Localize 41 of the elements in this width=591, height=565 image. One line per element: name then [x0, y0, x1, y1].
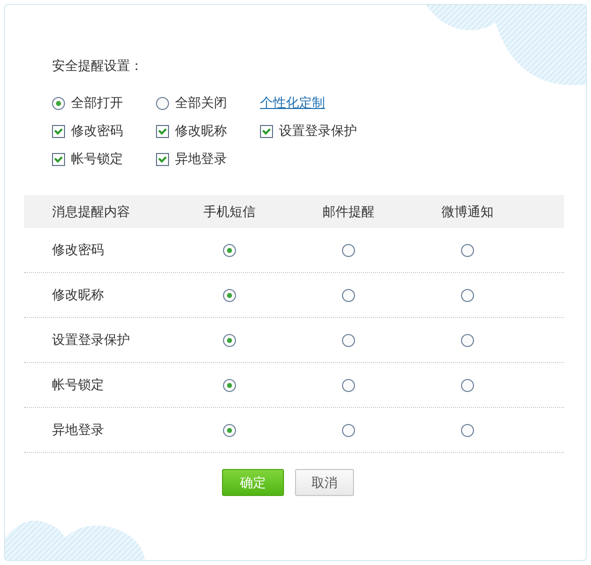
- radio-button[interactable]: [342, 288, 355, 302]
- checkbox-label: 帐号锁定: [71, 151, 123, 168]
- radio-button[interactable]: [342, 244, 355, 256]
- radio-button[interactable]: [223, 378, 236, 392]
- column-header: 邮件提醒: [322, 204, 376, 220]
- radio-button[interactable]: [461, 424, 474, 436]
- checkbox-label: 异地登录: [175, 151, 227, 168]
- radio-button[interactable]: [461, 288, 474, 302]
- table-cell-text: 设置登录保护: [51, 332, 131, 349]
- column-header: 微博通知: [440, 204, 494, 220]
- radio-button[interactable]: [223, 424, 236, 436]
- checkbox-label: 设置登录保护: [279, 123, 357, 140]
- checkbox[interactable]: [52, 124, 65, 138]
- radio-button[interactable]: [342, 334, 355, 346]
- checkbox-label: 修改密码: [71, 123, 123, 140]
- column-header: 手机短信: [202, 204, 256, 220]
- table-cell-text: 异地登录: [51, 422, 105, 439]
- checkbox[interactable]: [156, 152, 169, 166]
- column-header: 消息提醒内容: [51, 204, 131, 220]
- custom-link[interactable]: 个性化定制: [260, 94, 325, 112]
- checkbox-label: 修改昵称: [175, 123, 227, 140]
- action-button[interactable]: 取消: [295, 469, 354, 496]
- radio-button[interactable]: [461, 378, 474, 392]
- radio-button[interactable]: [52, 96, 65, 110]
- radio-button[interactable]: [342, 378, 355, 392]
- radio-button[interactable]: [156, 96, 169, 110]
- radio-label: 全部关闭: [175, 95, 227, 112]
- checkbox[interactable]: [260, 124, 273, 138]
- radio-button[interactable]: [223, 334, 236, 346]
- radio-button[interactable]: [223, 288, 236, 302]
- table-cell-text: 修改昵称: [51, 287, 105, 304]
- radio-button[interactable]: [461, 244, 474, 256]
- radio-label: 全部打开: [71, 95, 123, 112]
- radio-button[interactable]: [342, 424, 355, 436]
- checkbox[interactable]: [156, 124, 169, 138]
- table-cell-text: 帐号锁定: [51, 377, 105, 394]
- radio-button[interactable]: [461, 334, 474, 346]
- checkbox[interactable]: [52, 152, 65, 166]
- table-cell-text: 修改密码: [51, 242, 105, 259]
- section-title: 安全提醒设置：: [52, 58, 144, 76]
- radio-button[interactable]: [223, 244, 236, 256]
